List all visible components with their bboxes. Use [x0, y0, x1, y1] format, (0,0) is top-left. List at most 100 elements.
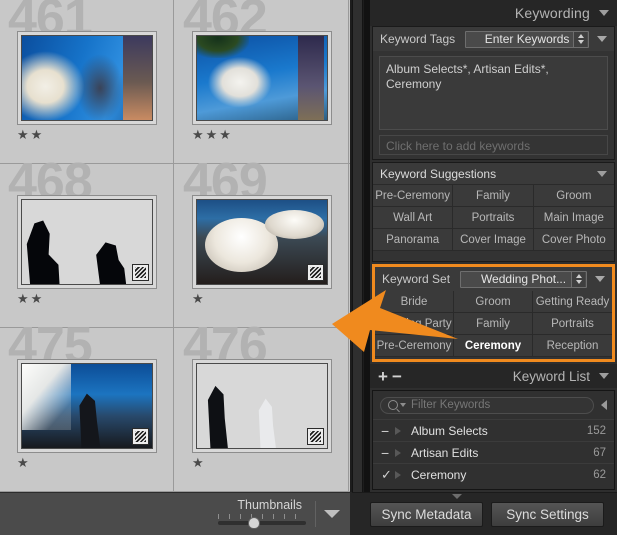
chevron-down-icon[interactable]: [599, 10, 609, 16]
keyword-list-row-ceremony[interactable]: ✓ Ceremony 62: [373, 463, 614, 485]
chevron-down-icon[interactable]: [400, 403, 406, 407]
keyword-set-row: Keyword Set Wedding Phot...: [375, 267, 612, 291]
thumbnail-frame[interactable]: [17, 31, 157, 125]
photo-thumbnail[interactable]: [21, 35, 153, 121]
keyword-badge-icon[interactable]: [132, 428, 149, 445]
add-keyword-button[interactable]: +: [378, 368, 388, 385]
keyword-badge-icon[interactable]: [307, 428, 324, 445]
keyword-badge-icon[interactable]: [307, 100, 324, 117]
keyword-list-header[interactable]: + − Keyword List: [370, 364, 617, 388]
keyword-set-cell-getting-ready[interactable]: Getting Ready: [533, 291, 612, 313]
keyword-tags-row: Keyword Tags Enter Keywords: [373, 27, 614, 51]
keyword-state-icon[interactable]: −: [381, 424, 395, 438]
suggestion-cell[interactable]: Cover Photo: [533, 229, 614, 251]
keyword-tags-mode-value: Enter Keywords: [484, 32, 570, 46]
thumbnail-frame[interactable]: [17, 195, 157, 289]
keyword-set-value: Wedding Phot...: [480, 272, 567, 286]
sync-settings-button[interactable]: Sync Settings: [491, 502, 604, 527]
keyword-badge-icon[interactable]: [132, 100, 149, 117]
keyword-set-cell-portraits[interactable]: Portraits: [533, 313, 612, 335]
keyword-list-row-album-selects[interactable]: − Album Selects 152: [373, 419, 614, 441]
suggestion-cell[interactable]: Portraits: [453, 207, 534, 229]
keyword-state-icon[interactable]: −: [381, 446, 395, 460]
keyword-set-cell-wedding-party[interactable]: Wedding Party: [375, 313, 454, 335]
star-rating[interactable]: ★★★: [192, 128, 233, 141]
photo-thumbnail[interactable]: [21, 363, 153, 449]
grid-cell-476[interactable]: 476 ★: [175, 320, 349, 491]
disclosure-arrow-icon[interactable]: [395, 448, 411, 457]
keywording-title: Keywording: [514, 5, 590, 21]
add-keywords-input[interactable]: Click here to add keywords: [379, 135, 608, 155]
keywording-panel-header[interactable]: Keywording: [370, 0, 617, 26]
suggestion-cell[interactable]: Wall Art: [373, 207, 454, 229]
thumbnail-grid[interactable]: 461 ★★ 462 ★★★ 468 ★★ 469 ★ 475 ★ 476 ★: [0, 0, 350, 492]
suggestions-chevron-down-icon[interactable]: [597, 170, 607, 177]
disclosure-arrow-icon[interactable]: [395, 426, 411, 435]
keyword-set-cell-groom[interactable]: Groom: [454, 291, 533, 313]
panel-collapse-arrow-icon[interactable]: [452, 494, 462, 499]
keyword-checkmark-icon[interactable]: ✓: [381, 468, 395, 481]
slider-track[interactable]: [218, 521, 306, 525]
stepper-up-icon: [575, 274, 582, 278]
filter-keywords-input[interactable]: Filter Keywords: [380, 396, 594, 414]
keyword-suggestions-header[interactable]: Keyword Suggestions: [373, 163, 614, 185]
keyword-set-cell-ceremony[interactable]: Ceremony: [454, 335, 533, 357]
keyword-set-chevron-icon[interactable]: [595, 276, 605, 282]
photo-thumbnail[interactable]: [21, 199, 153, 285]
stepper-icon[interactable]: [571, 271, 585, 287]
suggestion-cell[interactable]: Pre-Ceremony: [373, 185, 454, 207]
slider-knob[interactable]: [248, 517, 260, 529]
remove-keyword-button[interactable]: −: [392, 368, 402, 385]
toolbar-options-chevron-icon[interactable]: [324, 510, 340, 518]
thumbnail-frame[interactable]: [192, 31, 332, 125]
lightroom-library-window: 461 ★★ 462 ★★★ 468 ★★ 469 ★ 475 ★ 476 ★ …: [0, 0, 617, 535]
sync-button-group: Sync Metadata Sync Settings: [370, 502, 604, 527]
grid-cell-462[interactable]: 462 ★★★: [175, 0, 349, 163]
slider-ticks: [218, 514, 306, 519]
keyword-list-row-artisan-edits[interactable]: − Artisan Edits 67: [373, 441, 614, 463]
keyword-set-cell-pre-ceremony[interactable]: Pre-Ceremony: [375, 335, 454, 357]
keyword-badge-icon[interactable]: [132, 264, 149, 281]
photo-thumbnail[interactable]: [196, 35, 328, 121]
keyword-badge-icon[interactable]: [307, 264, 324, 281]
grid-scrollbar-track[interactable]: [352, 0, 363, 492]
keyword-count: 62: [593, 468, 606, 481]
suggestion-cell[interactable]: Main Image: [533, 207, 614, 229]
thumbnail-frame[interactable]: [192, 195, 332, 289]
star-rating[interactable]: ★: [192, 456, 206, 469]
keyword-set-dropdown[interactable]: Wedding Phot...: [460, 270, 587, 288]
thumbnail-frame[interactable]: [17, 359, 157, 453]
grid-cell-461[interactable]: 461 ★★: [0, 0, 174, 163]
photo-thumbnail[interactable]: [196, 363, 328, 449]
stepper-icon[interactable]: [573, 31, 587, 47]
disclosure-arrow-icon[interactable]: [395, 470, 411, 479]
keyword-suggestions-title: Keyword Suggestions: [380, 166, 497, 181]
grid-cell-468[interactable]: 468 ★★: [0, 156, 174, 327]
keyword-tags-mode-dropdown[interactable]: Enter Keywords: [465, 30, 589, 48]
suggestion-cell[interactable]: Groom: [533, 185, 614, 207]
keyword-list-body: Filter Keywords − Album Selects 152 − Ar…: [372, 390, 615, 490]
keyword-suggestions-section: Keyword Suggestions Pre-Ceremony Family …: [372, 162, 615, 262]
keyword-set-cell-family[interactable]: Family: [454, 313, 533, 335]
collapse-left-icon[interactable]: [601, 400, 607, 410]
keyword-set-cell-bride[interactable]: Bride: [375, 291, 454, 313]
suggestion-cell[interactable]: Cover Image: [453, 229, 534, 251]
keyword-tags-chevron-icon[interactable]: [597, 36, 607, 42]
keyword-set-cell-reception[interactable]: Reception: [533, 335, 612, 357]
star-rating[interactable]: ★★: [17, 128, 44, 141]
star-rating[interactable]: ★: [192, 292, 206, 305]
grid-cell-469[interactable]: 469 ★: [175, 156, 349, 327]
sync-metadata-button[interactable]: Sync Metadata: [370, 502, 483, 527]
thumbnail-frame[interactable]: [192, 359, 332, 453]
keyword-tags-textarea[interactable]: Album Selects*, Artisan Edits*, Ceremony: [379, 56, 608, 130]
photo-thumbnail[interactable]: [196, 199, 328, 285]
thumbnail-size-slider[interactable]: [218, 514, 306, 529]
stepper-down-icon: [575, 280, 582, 284]
keyword-list-chevron-down-icon[interactable]: [599, 373, 609, 379]
suggestion-cell[interactable]: Panorama: [373, 229, 454, 251]
grid-cell-475[interactable]: 475 ★: [0, 320, 174, 491]
star-rating[interactable]: ★: [17, 456, 31, 469]
suggestion-cell[interactable]: Family: [453, 185, 534, 207]
keyword-name: Album Selects: [411, 423, 488, 438]
star-rating[interactable]: ★★: [17, 292, 44, 305]
